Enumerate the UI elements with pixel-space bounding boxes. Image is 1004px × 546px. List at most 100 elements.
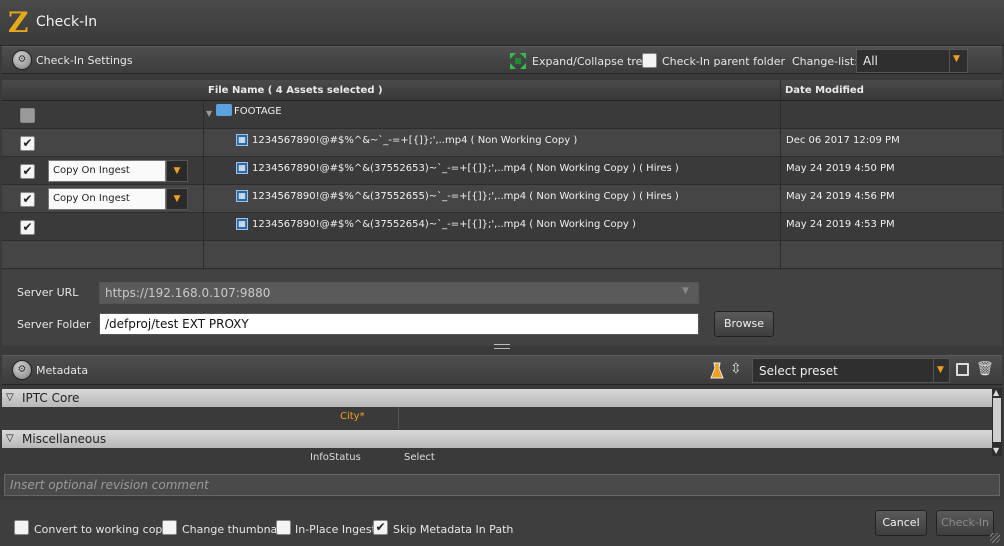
infostatus-select[interactable]: Select — [404, 452, 435, 460]
row-checkbox[interactable]: ✔ — [20, 136, 35, 151]
window-title: Check-In — [36, 14, 98, 30]
checkin-settings-label[interactable]: Check-In Settings — [36, 54, 133, 67]
chevron-down-icon[interactable]: ▼ — [166, 160, 188, 182]
table-row[interactable]: ✔ Copy On Ingest ▼ ▦ 1234567890!@#$%^&(3… — [2, 157, 1002, 185]
chevron-down-icon[interactable]: ▼ — [166, 188, 188, 210]
empty-row — [2, 241, 1002, 269]
server-folder-input[interactable]: /defproj/test EXT PROXY — [99, 313, 699, 335]
video-file-icon: ▦ — [236, 134, 248, 146]
header-filename[interactable]: File Name ( 4 Assets selected ) — [204, 80, 780, 101]
tree-expand-icon[interactable]: ▼ — [206, 109, 212, 118]
date-modified: May 24 2019 4:56 PM — [786, 191, 895, 202]
group-misc-label: Miscellaneous — [22, 432, 107, 446]
scroll-thumb[interactable] — [993, 398, 1001, 442]
app-logo-icon: Z — [8, 6, 29, 39]
infostatus-field-label: InfoStatus — [310, 452, 361, 460]
group-iptc-core[interactable]: ▽ IPTC Core — [2, 389, 992, 407]
skip-metadata-label: Skip Metadata In Path — [393, 523, 514, 536]
change-thumbnail-checkbox[interactable] — [162, 520, 177, 535]
file-name: 1234567890!@#$%^&(37552654)~`_-=+[{]};',… — [252, 219, 636, 230]
footer-bar: Convert to working copy Change thumbnail… — [0, 500, 1004, 546]
chevron-down-icon[interactable]: ▼ — [937, 365, 944, 375]
column-divider — [780, 101, 781, 270]
group-miscellaneous[interactable]: ▽ Miscellaneous — [2, 430, 992, 448]
metadata-label[interactable]: Metadata — [36, 364, 88, 377]
folder-row[interactable]: ▼ FOOTAGE — [2, 101, 1002, 129]
changelist-label: Change-list: — [792, 55, 858, 68]
checkin-button[interactable]: Check-In — [936, 510, 994, 536]
city-field-label: City* — [340, 411, 365, 422]
file-name: 1234567890!@#$%^&(37552655)~`_-=+[{]};',… — [252, 191, 679, 202]
changelist-value: All — [863, 54, 878, 68]
revision-comment-placeholder: Insert optional revision comment — [10, 478, 209, 492]
changelist-select[interactable]: All ▼ — [856, 49, 968, 73]
table-row[interactable]: ✔ ▦ 1234567890!@#$%^&(37552654)~`_-=+[{]… — [2, 213, 1002, 241]
row-checkbox[interactable]: ✔ — [20, 164, 35, 179]
title-bar: Z Check-In — [0, 0, 1004, 46]
table-row[interactable]: ✔ ▦ 1234567890!@#$%^&~`_-=+[{]};',..mp4 … — [2, 129, 1002, 157]
cancel-button[interactable]: Cancel — [875, 510, 927, 536]
convert-working-copy-label: Convert to working copy — [34, 523, 169, 536]
collapse-icon[interactable]: ▽ — [6, 430, 14, 448]
scroll-up-icon[interactable]: ▲ — [993, 388, 999, 397]
trash-icon[interactable]: 🗑 — [976, 361, 994, 377]
select-divider — [933, 359, 934, 382]
header-check-column — [2, 80, 204, 101]
video-file-icon: ▦ — [236, 218, 248, 230]
skip-metadata-checkbox[interactable]: ✔ — [373, 520, 388, 535]
scroll-down-icon[interactable]: ▼ — [993, 446, 999, 455]
chevron-down-icon[interactable]: ▼ — [953, 54, 960, 64]
ingest-mode-select[interactable]: Copy On Ingest — [48, 160, 166, 182]
chevron-down-icon[interactable]: ▼ — [682, 286, 689, 296]
file-name: 1234567890!@#$%^&(37552653)~`_-=+[{]};',… — [252, 163, 679, 174]
city-field-input[interactable] — [400, 407, 992, 429]
date-modified: May 24 2019 4:50 PM — [786, 163, 895, 174]
checkin-parent-folder-label: Check-In parent folder — [662, 55, 786, 68]
change-thumbnail-label: Change thumbnail — [182, 523, 284, 536]
revision-comment-input[interactable]: Insert optional revision comment — [4, 474, 1000, 496]
video-file-icon: ▦ — [236, 190, 248, 202]
header-date-modified[interactable]: Date Modified — [780, 80, 1002, 101]
server-folder-label: Server Folder — [17, 318, 91, 331]
folder-checkbox[interactable] — [20, 108, 35, 123]
server-url-label: Server URL — [17, 286, 79, 299]
split-fields-icon[interactable]: ⇳ — [730, 361, 742, 377]
checkin-settings-bar: ⚙ Check-In Settings Expand/Collapse tree… — [2, 46, 1002, 74]
metadata-field-row: City* — [2, 407, 992, 429]
ingest-mode-select[interactable]: Copy On Ingest — [48, 188, 166, 210]
settings-disc-icon[interactable]: ⚙ — [12, 50, 32, 70]
collapse-icon[interactable]: ▽ — [6, 389, 14, 407]
group-iptc-label: IPTC Core — [22, 391, 80, 405]
metadata-bar: ⚙ Metadata ⇳ Select preset ▼ 🗑 — [2, 355, 1002, 385]
row-checkbox[interactable]: ✔ — [20, 192, 35, 207]
asset-table: File Name ( 4 Assets selected ) Date Mod… — [2, 80, 1002, 270]
inplace-ingest-checkbox[interactable] — [276, 520, 291, 535]
convert-working-copy-checkbox[interactable] — [14, 520, 29, 535]
metadata-field-row: InfoStatus Select — [2, 448, 992, 460]
expand-collapse-label[interactable]: Expand/Collapse tree — [532, 55, 649, 68]
folder-icon — [216, 104, 232, 116]
server-url-input[interactable]: https://192.168.0.107:9880 — [99, 282, 699, 304]
metadata-disc-icon[interactable]: ⚙ — [12, 360, 32, 380]
select-divider — [949, 50, 950, 72]
splitter-handle[interactable] — [494, 344, 510, 349]
inplace-ingest-label: In-Place Ingest — [295, 523, 376, 536]
preset-placeholder: Select preset — [759, 364, 838, 378]
expand-collapse-icon[interactable] — [510, 53, 526, 69]
checkin-parent-folder-checkbox[interactable] — [642, 53, 657, 68]
field-divider — [398, 407, 399, 429]
folder-name: FOOTAGE — [234, 106, 282, 117]
preset-select[interactable]: Select preset ▼ — [752, 358, 950, 383]
video-file-icon: ▦ — [236, 162, 248, 174]
row-checkbox[interactable]: ✔ — [20, 220, 35, 235]
metadata-scrollbar[interactable]: ▲ ▼ — [992, 388, 1002, 456]
date-modified: May 24 2019 4:53 PM — [786, 219, 895, 230]
browse-button[interactable]: Browse — [714, 311, 774, 337]
flask-icon[interactable] — [710, 362, 724, 380]
server-section: Server URL https://192.168.0.107:9880 ▼ … — [2, 270, 1002, 349]
column-divider — [203, 101, 204, 270]
table-row[interactable]: ✔ Copy On Ingest ▼ ▦ 1234567890!@#$%^&(3… — [2, 185, 1002, 213]
resize-grip-icon[interactable] — [990, 533, 1000, 543]
save-preset-icon[interactable] — [956, 363, 969, 376]
file-name: 1234567890!@#$%^&~`_-=+[{]};',..mp4 ( No… — [252, 135, 578, 146]
